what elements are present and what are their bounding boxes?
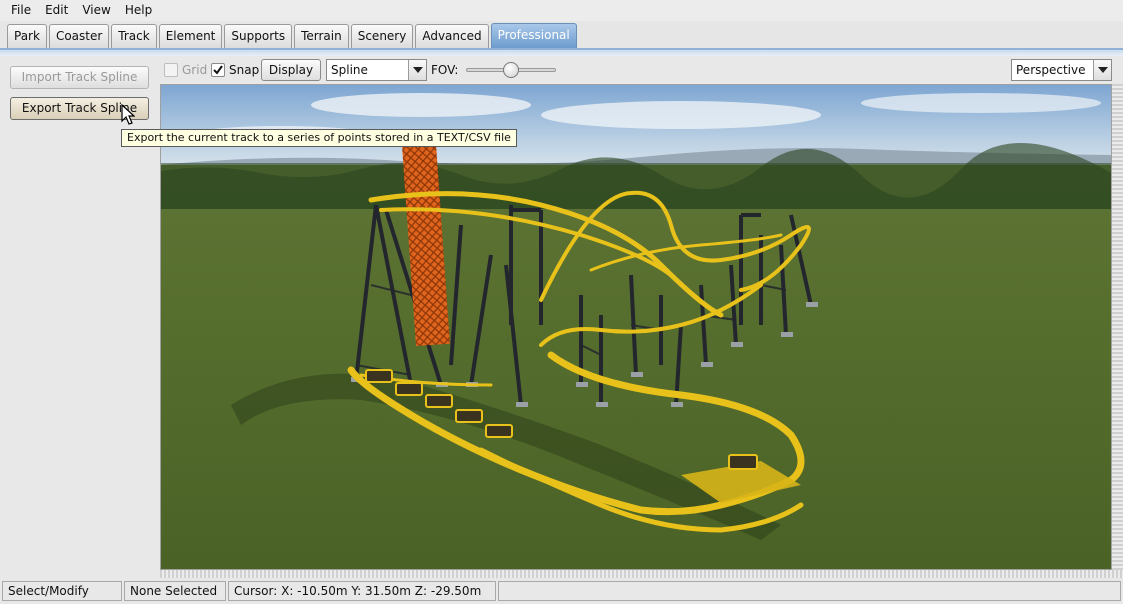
menu-edit[interactable]: Edit: [38, 0, 75, 21]
grid-label: Grid: [182, 63, 208, 77]
status-bar: Select/Modify None Selected Cursor: X: -…: [0, 579, 1123, 604]
tab-element[interactable]: Element: [158, 24, 223, 48]
chevron-down-icon: [408, 60, 426, 80]
coaster-scene: [161, 85, 1111, 569]
display-mode-select[interactable]: Spline: [326, 59, 427, 81]
tab-professional[interactable]: Professional: [490, 23, 577, 48]
cloud: [861, 93, 1101, 113]
chevron-down-icon: [1093, 60, 1111, 80]
cloud: [311, 93, 531, 117]
menu-file[interactable]: File: [4, 0, 38, 21]
viewport-vertical-resize-bar[interactable]: [1112, 84, 1123, 570]
mouse-pointer-icon: [121, 104, 135, 125]
tab-terrain[interactable]: Terrain: [294, 24, 349, 48]
status-selection: None Selected: [124, 581, 226, 601]
fov-slider-thumb[interactable]: [503, 62, 519, 78]
snap-label: Snap: [229, 63, 260, 77]
import-track-spline-button[interactable]: Import Track Spline: [10, 66, 149, 89]
fov-label: FOV:: [431, 63, 459, 77]
grid-checkbox[interactable]: [164, 63, 178, 77]
viewport-toolbar: Grid Snap Display Spline FOV: Perspectiv…: [160, 56, 1123, 84]
menu-help[interactable]: Help: [118, 0, 159, 21]
tab-coaster[interactable]: Coaster: [48, 24, 110, 48]
tab-bar: Park Coaster Track Element Supports Terr…: [0, 21, 1123, 50]
checkmark-icon: [213, 65, 223, 75]
3d-viewport[interactable]: [160, 84, 1112, 570]
status-mode: Select/Modify: [2, 581, 122, 601]
tab-scenery[interactable]: Scenery: [350, 24, 414, 48]
display-mode-value: Spline: [331, 63, 368, 77]
status-extra: [498, 581, 1121, 601]
display-button[interactable]: Display: [261, 59, 321, 81]
tab-advanced[interactable]: Advanced: [415, 24, 489, 48]
projection-value: Perspective: [1016, 63, 1086, 77]
tab-track[interactable]: Track: [111, 24, 157, 48]
export-tooltip: Export the current track to a series of …: [121, 129, 517, 147]
menu-view[interactable]: View: [75, 0, 117, 21]
tab-park[interactable]: Park: [7, 24, 47, 48]
status-cursor-position: Cursor: X: -10.50m Y: 31.50m Z: -29.50m: [228, 581, 496, 601]
viewport-horizontal-resize-bar[interactable]: [160, 570, 1123, 578]
tab-supports[interactable]: Supports: [224, 24, 293, 48]
cloud: [541, 101, 821, 129]
snap-checkbox[interactable]: [211, 63, 225, 77]
menu-bar: File Edit View Help: [0, 0, 1123, 21]
projection-select[interactable]: Perspective: [1011, 59, 1112, 81]
